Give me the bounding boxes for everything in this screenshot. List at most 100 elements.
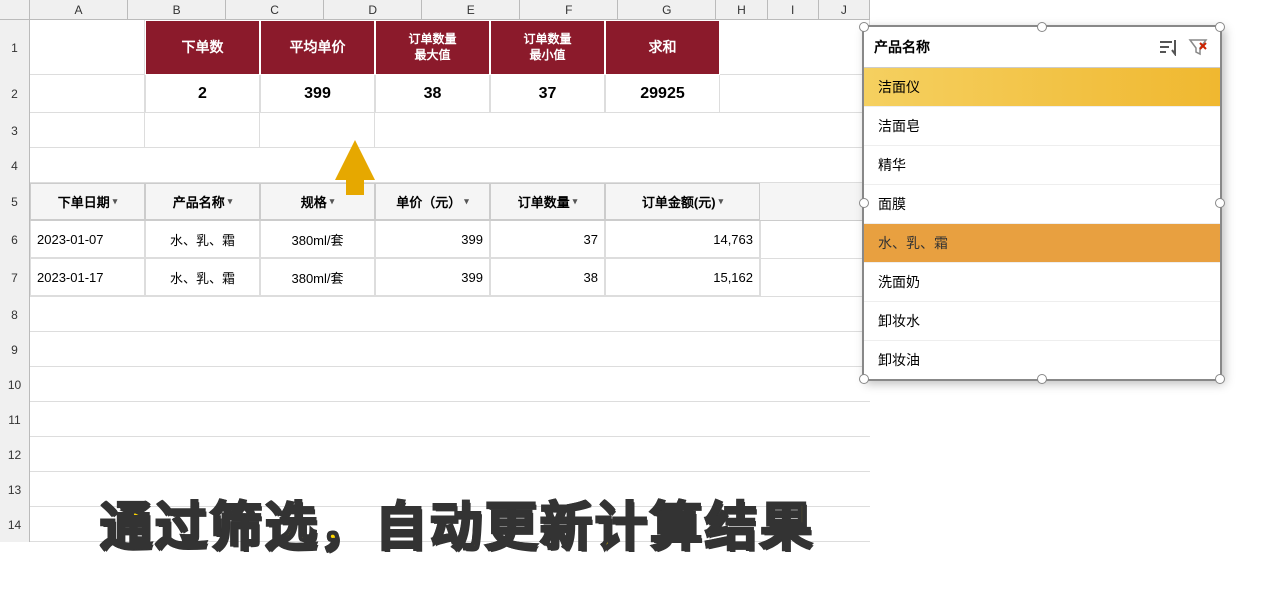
row-num-13: 13 (0, 472, 30, 507)
row-num-3: 3 (0, 113, 30, 148)
row-1: 1 下单数 平均单价 订单数量最大值 订单数量最小值 求和 (0, 20, 870, 75)
row-num-2: 2 (0, 75, 30, 113)
row-5-data-header: 5 下单日期 ▾ 产品名称 ▾ 规格 ▾ 单价（元） ▾ 订单数量 ▾ 订单金额… (0, 183, 870, 221)
col-header-e: E (422, 0, 520, 19)
resize-handle-bc[interactable] (1037, 374, 1047, 384)
row-2: 2 2 399 38 37 29925 (0, 75, 870, 113)
row-num-8: 8 (0, 297, 30, 332)
cell-rest-7 (760, 259, 870, 296)
data-cell-amount-1: 14,763 (605, 221, 760, 258)
row-num-5: 5 (0, 183, 30, 221)
row-4: 4 (0, 148, 870, 183)
filter-title: 产品名称 (874, 37, 930, 57)
resize-handle-tc[interactable] (1037, 22, 1047, 32)
data-cell-price-1: 399 (375, 221, 490, 258)
row-6-data-1: 6 2023-01-07 水、乳、霜 380ml/套 399 37 14,763 (0, 221, 870, 259)
row-num-14: 14 (0, 507, 30, 542)
row-num-4: 4 (0, 148, 30, 183)
row-num-6: 6 (0, 221, 30, 259)
data-header-date: 下单日期 ▾ (30, 183, 145, 220)
summary-header-avg-price: 平均单价 (260, 20, 375, 75)
filter-item-2[interactable]: 精华 (864, 146, 1220, 185)
summary-data-min-qty: 37 (490, 75, 605, 113)
filter-item-6[interactable]: 卸妆水 (864, 302, 1220, 341)
filter-panel: 产品名称 洁面仪 洁面 (862, 25, 1222, 381)
col-header-j: J (819, 0, 870, 19)
resize-handle-br[interactable] (1215, 374, 1225, 384)
dropdown-arrow-date[interactable]: ▾ (113, 196, 118, 207)
cell-a1 (30, 20, 145, 75)
summary-header-orders: 下单数 (145, 20, 260, 75)
data-cell-date-1: 2023-01-07 (30, 221, 145, 258)
resize-handle-mr[interactable] (1215, 198, 1225, 208)
data-header-unit-price: 单价（元） ▾ (375, 183, 490, 220)
row-num-7: 7 (0, 259, 30, 297)
summary-data-max-qty: 38 (375, 75, 490, 113)
summary-header-min-qty: 订单数量最小值 (490, 20, 605, 75)
row-num-11: 11 (0, 402, 30, 437)
header-empty-rest (760, 183, 870, 220)
col-header-f: F (520, 0, 618, 19)
filter-header-icons (1156, 35, 1210, 59)
cell-rest-3 (375, 113, 870, 147)
data-cell-product-2: 水、乳、霜 (145, 259, 260, 296)
dropdown-arrow-product[interactable]: ▾ (228, 196, 233, 207)
col-header-d: D (324, 0, 422, 19)
row-num-9: 9 (0, 332, 30, 367)
resize-handle-tl[interactable] (859, 22, 869, 32)
col-header-a: A (30, 0, 128, 19)
data-cell-qty-1: 37 (490, 221, 605, 258)
col-header-c: C (226, 0, 324, 19)
row-10: 10 (0, 367, 870, 402)
row-num-12: 12 (0, 437, 30, 472)
cell-a3 (30, 113, 145, 147)
col-header-h: H (716, 0, 767, 19)
cell-g2-empty (720, 75, 870, 113)
dropdown-arrow-spec[interactable]: ▾ (330, 196, 335, 207)
cell-a2 (30, 75, 145, 113)
row-num-1: 1 (0, 20, 30, 75)
filter-header: 产品名称 (864, 27, 1220, 68)
data-header-product: 产品名称 ▾ (145, 183, 260, 220)
data-cell-qty-2: 38 (490, 259, 605, 296)
filter-item-4[interactable]: 水、乳、霜 (864, 224, 1220, 263)
cell-rest-6 (760, 221, 870, 258)
filter-sort-icon[interactable] (1156, 35, 1180, 59)
filter-item-0[interactable]: 洁面仪 (864, 68, 1220, 107)
data-cell-amount-2: 15,162 (605, 259, 760, 296)
dropdown-arrow-qty[interactable]: ▾ (573, 196, 578, 207)
summary-header-sum: 求和 (605, 20, 720, 75)
dropdown-arrow-amount[interactable]: ▾ (719, 196, 724, 207)
row-num-10: 10 (0, 367, 30, 402)
row-9: 9 (0, 332, 870, 367)
col-header-g: G (618, 0, 716, 19)
data-cell-date-2: 2023-01-17 (30, 259, 145, 296)
arrow-stem (346, 180, 364, 195)
annotation-text: 通过筛选，自动更新计算结果 (100, 485, 815, 560)
col-header-i: I (768, 0, 819, 19)
resize-handle-tr[interactable] (1215, 22, 1225, 32)
row-11: 11 (0, 402, 870, 437)
data-header-qty: 订单数量 ▾ (490, 183, 605, 220)
col-header-row: A B C D E F G H I J (0, 0, 870, 20)
summary-header-max-qty: 订单数量最大值 (375, 20, 490, 75)
row-12: 12 (0, 437, 870, 472)
summary-data-orders: 2 (145, 75, 260, 113)
col-header-b: B (128, 0, 226, 19)
empty-rows: 8 9 10 11 12 13 14 (0, 297, 870, 610)
filter-item-5[interactable]: 洗面奶 (864, 263, 1220, 302)
cell-b3 (145, 113, 260, 147)
data-cell-spec-1: 380ml/套 (260, 221, 375, 258)
filter-clear-icon[interactable] (1186, 35, 1210, 59)
filter-item-3[interactable]: 面膜 (864, 185, 1220, 224)
summary-data-sum: 29925 (605, 75, 720, 113)
dropdown-arrow-price[interactable]: ▾ (464, 196, 469, 207)
filter-item-1[interactable]: 洁面皂 (864, 107, 1220, 146)
row-8: 8 (0, 297, 870, 332)
data-cell-spec-2: 380ml/套 (260, 259, 375, 296)
data-cell-price-2: 399 (375, 259, 490, 296)
up-arrow (330, 140, 380, 195)
arrow-triangle (335, 140, 375, 180)
resize-handle-ml[interactable] (859, 198, 869, 208)
resize-handle-bl[interactable] (859, 374, 869, 384)
